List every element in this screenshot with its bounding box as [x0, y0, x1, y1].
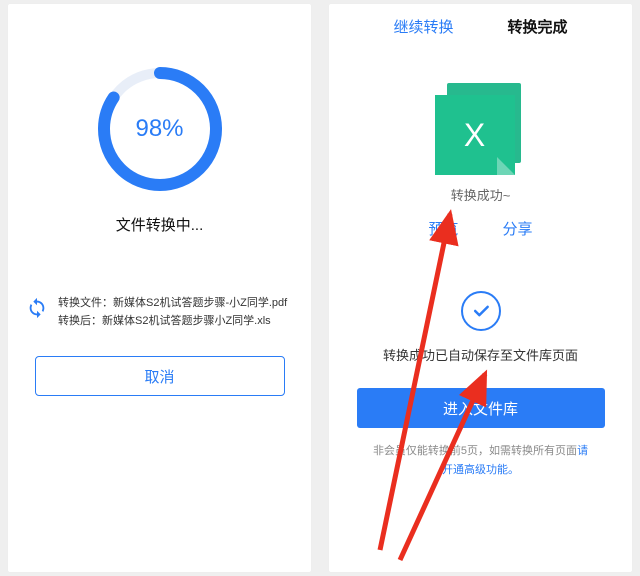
file-in-label: 转换文件：: [58, 297, 113, 309]
file-info-block: 转换文件：新媒体S2机试答题步骤-小Z同学.pdf 转换后：新媒体S2机试答题步…: [8, 295, 311, 330]
go-library-button[interactable]: 进入文件库: [357, 388, 605, 428]
action-links: 预览 分享: [428, 218, 532, 239]
file-out-label: 转换后：: [58, 315, 102, 327]
tab-done[interactable]: 转换完成: [508, 16, 568, 37]
preview-link[interactable]: 预览: [428, 218, 458, 239]
cancel-button[interactable]: 取消: [35, 356, 285, 396]
xls-file-icon: X: [435, 83, 527, 175]
saved-text: 转换成功已自动保存至文件库页面: [383, 345, 578, 364]
tab-continue[interactable]: 继续转换: [393, 16, 453, 37]
check-icon: [461, 291, 501, 331]
file-in-name: 新媒体S2机试答题步骤-小Z同学.pdf: [113, 297, 287, 309]
file-out-name: 新媒体S2机试答题步骤小Z同学.xls: [102, 315, 271, 327]
completed-panel: 继续转换 转换完成 X 转换成功~ 预览 分享 转换成功已自动保存至文件库页面 …: [329, 4, 632, 572]
status-text: 文件转换中...: [116, 214, 204, 235]
file-out-row: 转换后：新媒体S2机试答题步骤小Z同学.xls: [58, 313, 287, 331]
progress-ring: 98%: [95, 64, 225, 194]
hint-text: 非会员仅能转换前5页，如需转换所有页面: [373, 445, 577, 457]
file-in-row: 转换文件：新媒体S2机试答题步骤-小Z同学.pdf: [58, 295, 287, 313]
converting-panel: 98% 文件转换中... 转换文件：新媒体S2机试答题步骤-小Z同学.pdf 转…: [8, 4, 311, 572]
share-link[interactable]: 分享: [503, 218, 533, 239]
tab-bar: 继续转换 转换完成: [393, 16, 567, 37]
success-text: 转换成功~: [451, 185, 511, 204]
upgrade-hint: 非会员仅能转换前5页，如需转换所有页面请开通高级功能。: [329, 442, 632, 479]
sync-icon: [26, 297, 48, 319]
